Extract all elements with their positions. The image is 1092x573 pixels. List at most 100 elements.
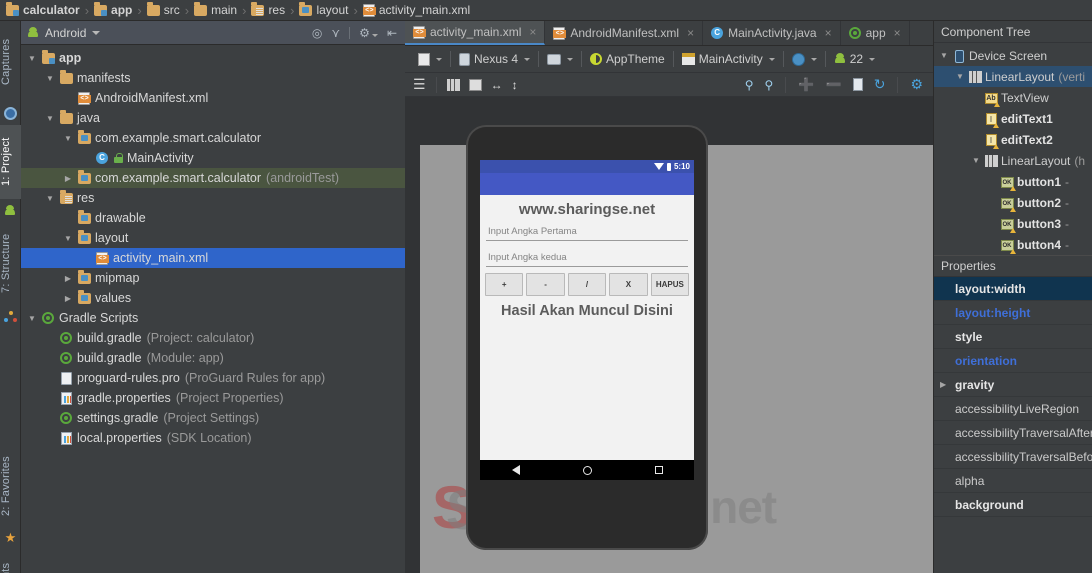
tree-row[interactable]: ▼ manifests — [21, 68, 405, 88]
show-blueprint-icon[interactable] — [468, 78, 482, 91]
tree-row[interactable]: proguard-rules.pro (ProGuard Rules for ap… — [21, 368, 405, 388]
expand-vertical-icon[interactable]: ↕ — [512, 78, 518, 92]
component-tree-row[interactable]: OK button2- — [934, 192, 1092, 213]
component-tree-row[interactable]: IeditText1 — [934, 108, 1092, 129]
tool-tab-project[interactable]: 1: Project — [0, 125, 21, 199]
tree-row[interactable]: ▼ Gradle Scripts — [21, 308, 405, 328]
gear-icon[interactable]: ⚙ — [910, 76, 923, 93]
disclosure-arrow-icon[interactable]: ▼ — [25, 54, 39, 63]
disclosure-arrow-icon[interactable]: ▶ — [940, 380, 953, 389]
editor-tab-app[interactable]: app × — [841, 21, 910, 45]
breadcrumb-item-calculator[interactable]: calculator — [6, 1, 80, 17]
disclosure-arrow-icon[interactable]: ▼ — [61, 234, 75, 243]
property-row[interactable]: orientation — [934, 349, 1092, 373]
disclosure-arrow-icon[interactable]: ▼ — [43, 114, 57, 123]
theme-selector[interactable]: AppTheme — [583, 48, 672, 70]
breadcrumb-item-activity-main-xml[interactable]: activity_main.xml — [362, 3, 470, 17]
preview-edittext1[interactable]: Input Angka Pertama — [486, 222, 688, 241]
zoom-out-icon[interactable]: ➖ — [826, 77, 842, 93]
activity-selector[interactable]: MainActivity — [675, 48, 782, 70]
back-icon[interactable] — [511, 465, 520, 475]
tree-row[interactable]: drawable — [21, 208, 405, 228]
tree-row[interactable]: activity_main.xml — [21, 248, 405, 268]
breadcrumb-item-app[interactable]: app — [94, 1, 132, 17]
gear-icon[interactable]: ⚙ — [359, 26, 378, 40]
home-icon[interactable] — [582, 465, 592, 475]
disclosure-arrow-icon[interactable]: ▼ — [937, 51, 951, 60]
tree-row[interactable]: ▼ res — [21, 188, 405, 208]
close-icon[interactable]: × — [825, 26, 832, 40]
disclosure-arrow-icon[interactable]: ▶ — [61, 294, 75, 303]
hide-panel-icon[interactable]: ⇤ — [387, 26, 397, 40]
component-tree-row[interactable]: IeditText2 — [934, 129, 1092, 150]
tree-row[interactable]: local.properties (SDK Location) — [21, 428, 405, 448]
project-scope-selector[interactable]: Android — [27, 26, 101, 40]
component-tree-row[interactable]: ▼ LinearLayout (verti — [934, 66, 1092, 87]
property-row[interactable]: layout:width — [934, 277, 1092, 301]
property-row[interactable]: layout:height — [934, 301, 1092, 325]
breadcrumb-item-src[interactable]: src — [146, 1, 180, 17]
preview-edittext2[interactable]: Input Angka kedua — [486, 248, 688, 267]
zoom-actual-size-icon[interactable]: ⚲ — [765, 78, 774, 92]
tree-row[interactable]: ▶ com.example.smart.calculator (androidTes… — [21, 168, 405, 188]
property-row[interactable]: alpha — [934, 469, 1092, 493]
preview-button-5[interactable]: HAPUS — [650, 273, 690, 296]
tool-tab-favorites[interactable]: 2: Favorites — [0, 445, 21, 527]
disclosure-arrow-icon[interactable]: ▼ — [43, 194, 57, 203]
collapse-all-icon[interactable]: ⋎ — [331, 26, 340, 40]
component-tree-row[interactable]: ▼ Device Screen — [934, 45, 1092, 66]
tree-row[interactable]: settings.gradle (Project Settings) — [21, 408, 405, 428]
device-preview[interactable]: 5:10 www.sharingse.net Input Angka Perta… — [466, 125, 708, 550]
locate-icon[interactable]: ◎ — [312, 26, 322, 40]
breadcrumb-item-res[interactable]: res — [251, 1, 285, 17]
editor-tab-activity-main-xml[interactable]: activity_main.xml × — [405, 21, 546, 45]
tree-row[interactable]: ▼ app — [21, 48, 405, 68]
tool-tab-structure[interactable]: 7: Structure — [0, 221, 21, 305]
zoom-in-icon[interactable]: ➕ — [798, 77, 814, 93]
property-row[interactable]: ▶ gravity — [934, 373, 1092, 397]
disclosure-arrow-icon[interactable]: ▼ — [953, 72, 967, 81]
expand-horizontal-icon[interactable]: ↔ — [491, 78, 503, 92]
disclosure-arrow-icon[interactable]: ▼ — [43, 74, 57, 83]
disclosure-arrow-icon[interactable]: ▼ — [61, 134, 75, 143]
component-tree-row[interactable]: ▼ LinearLayout (h — [934, 150, 1092, 171]
component-tree[interactable]: ▼ Device Screen ▼ LinearLayout (verti Ab TextV… — [934, 43, 1092, 255]
property-row[interactable]: accessibilityTraversalAfter — [934, 421, 1092, 445]
preview-button-1[interactable]: + — [485, 273, 524, 296]
component-tree-row[interactable]: Ab TextView — [934, 87, 1092, 108]
tool-tab-build-variants[interactable]: iants — [0, 555, 21, 573]
preview-button-2[interactable]: - — [526, 273, 565, 296]
properties-list[interactable]: layout:width layout:height style orientatio… — [934, 277, 1092, 517]
recents-icon[interactable] — [654, 466, 663, 474]
property-row[interactable]: accessibilityTraversalBefor — [934, 445, 1092, 469]
zoom-to-fit-icon[interactable]: ⚲ — [745, 78, 754, 92]
close-icon[interactable]: × — [529, 25, 536, 39]
tree-row[interactable]: ▼ java — [21, 108, 405, 128]
orientation-selector[interactable] — [540, 48, 580, 70]
disclosure-arrow-icon[interactable]: ▶ — [61, 274, 75, 283]
tree-row[interactable]: build.gradle (Module: app) — [21, 348, 405, 368]
breadcrumb-item-main[interactable]: main — [194, 1, 237, 17]
disclosure-arrow-icon[interactable]: ▼ — [25, 314, 39, 323]
tree-row[interactable]: ▼ layout — [21, 228, 405, 248]
design-canvas[interactable]: S S sharingse.net 5:10 www.sharingse.net… — [405, 97, 933, 573]
palette-toggle-icon[interactable]: ☰ — [413, 76, 426, 93]
preview-mode-button[interactable] — [411, 48, 449, 70]
tree-row[interactable]: ▶ mipmap — [21, 268, 405, 288]
disclosure-arrow-icon[interactable]: ▶ — [61, 174, 75, 183]
tree-row[interactable]: gradle.properties (Project Properties) — [21, 388, 405, 408]
component-tree-row[interactable]: OK button1- — [934, 171, 1092, 192]
preview-button-4[interactable]: X — [609, 273, 648, 296]
tree-row[interactable]: build.gradle (Project: calculator) — [21, 328, 405, 348]
close-icon[interactable]: × — [687, 26, 694, 40]
component-tree-row[interactable]: OK button4- — [934, 234, 1092, 255]
tree-row[interactable]: C MainActivity — [21, 148, 405, 168]
locale-selector[interactable] — [785, 48, 824, 70]
api-selector[interactable]: 22 — [827, 48, 882, 70]
component-tree-row[interactable]: OK button3- — [934, 213, 1092, 234]
device-selector[interactable]: Nexus 4 — [452, 48, 537, 70]
close-icon[interactable]: × — [894, 26, 901, 40]
tree-row[interactable]: ▶ values — [21, 288, 405, 308]
editor-tab-androidmanifest-xml[interactable]: AndroidManifest.xml × — [545, 21, 704, 45]
refresh-icon[interactable]: ↻ — [874, 76, 886, 93]
